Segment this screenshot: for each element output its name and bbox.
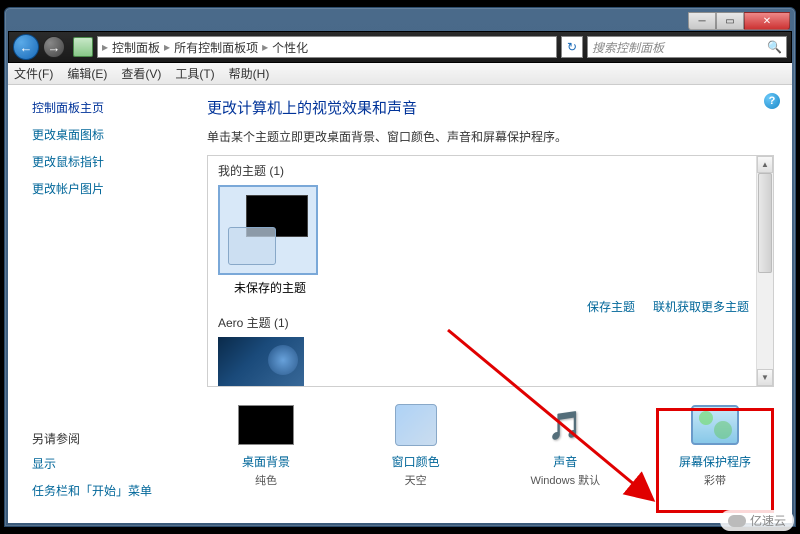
theme-label: 未保存的主题 bbox=[218, 279, 322, 296]
titlebar: ─ ▭ ✕ bbox=[8, 11, 792, 31]
help-icon[interactable]: ? bbox=[764, 93, 780, 109]
sidebar-link-desktop-icons[interactable]: 更改桌面图标 bbox=[32, 126, 183, 143]
themes-listbox: 我的主题 (1) 未保存的主题 保存主题 联机获取更多主题 Aero 主题 (1… bbox=[207, 155, 774, 387]
desktop-background-link[interactable]: 桌面背景 纯色 bbox=[211, 401, 321, 488]
breadcrumb-item[interactable]: 所有控制面板项 bbox=[174, 39, 258, 56]
navigation-bar: ← → ▸ 控制面板 ▸ 所有控制面板项 ▸ 个性化 ↻ 搜索控制面板 🔍 bbox=[8, 31, 792, 63]
save-theme-link[interactable]: 保存主题 bbox=[587, 298, 635, 315]
refresh-button[interactable]: ↻ bbox=[561, 36, 583, 58]
window-frame: ─ ▭ ✕ ← → ▸ 控制面板 ▸ 所有控制面板项 ▸ 个性化 ↻ 搜索控制面… bbox=[4, 7, 796, 527]
color-sublabel: 天空 bbox=[361, 472, 471, 488]
sound-label: 声音 bbox=[510, 453, 620, 470]
screensaver-icon bbox=[691, 405, 739, 445]
chevron-right-icon: ▸ bbox=[262, 40, 268, 54]
breadcrumb[interactable]: ▸ 控制面板 ▸ 所有控制面板项 ▸ 个性化 bbox=[97, 36, 557, 58]
screensaver-link[interactable]: 屏幕保护程序 彩带 bbox=[660, 401, 770, 488]
watermark-text: 亿速云 bbox=[750, 512, 786, 529]
scroll-down-button[interactable]: ▼ bbox=[757, 369, 773, 386]
breadcrumb-item[interactable]: 控制面板 bbox=[112, 39, 160, 56]
menu-tools[interactable]: 工具(T) bbox=[175, 65, 214, 82]
sidebar-link-display[interactable]: 显示 bbox=[32, 455, 183, 472]
sound-sublabel: Windows 默认 bbox=[510, 472, 620, 488]
sound-icon: 🎵 bbox=[548, 409, 583, 442]
watermark: 亿速云 bbox=[720, 510, 794, 531]
content-area: 控制面板主页 更改桌面图标 更改鼠标指针 更改帐户图片 另请参阅 显示 任务栏和… bbox=[8, 85, 792, 523]
chevron-right-icon: ▸ bbox=[164, 40, 170, 54]
page-description: 单击某个主题立即更改桌面背景、窗口颜色、声音和屏幕保护程序。 bbox=[207, 128, 774, 145]
menu-help[interactable]: 帮助(H) bbox=[229, 65, 270, 82]
menu-file[interactable]: 文件(F) bbox=[14, 65, 53, 82]
nav-forward-button[interactable]: → bbox=[43, 36, 65, 58]
color-label: 窗口颜色 bbox=[361, 453, 471, 470]
sidebar-home-link[interactable]: 控制面板主页 bbox=[32, 99, 183, 116]
sidebar-see-also-header: 另请参阅 bbox=[32, 430, 183, 447]
menu-view[interactable]: 查看(V) bbox=[121, 65, 161, 82]
ss-sublabel: 彩带 bbox=[660, 472, 770, 488]
settings-row: 桌面背景 纯色 窗口颜色 天空 🎵 声音 Windows 默认 屏幕保护程序 彩… bbox=[207, 387, 774, 488]
my-themes-label: 我的主题 (1) bbox=[218, 162, 763, 179]
aero-themes-label: Aero 主题 (1) bbox=[218, 314, 763, 331]
main-panel: ? 更改计算机上的视觉效果和声音 单击某个主题立即更改桌面背景、窗口颜色、声音和… bbox=[193, 85, 792, 523]
page-title: 更改计算机上的视觉效果和声音 bbox=[207, 97, 774, 118]
minimize-button[interactable]: ─ bbox=[688, 12, 716, 30]
window-color-link[interactable]: 窗口颜色 天空 bbox=[361, 401, 471, 488]
theme-actions: 保存主题 联机获取更多主题 bbox=[587, 298, 749, 315]
theme-preview-window bbox=[228, 227, 276, 265]
scroll-up-button[interactable]: ▲ bbox=[757, 156, 773, 173]
sounds-link[interactable]: 🎵 声音 Windows 默认 bbox=[510, 401, 620, 488]
chevron-right-icon: ▸ bbox=[102, 40, 108, 54]
maximize-button[interactable]: ▭ bbox=[716, 12, 744, 30]
nav-back-button[interactable]: ← bbox=[13, 34, 39, 60]
search-placeholder: 搜索控制面板 bbox=[592, 39, 664, 56]
get-more-themes-link[interactable]: 联机获取更多主题 bbox=[653, 298, 749, 315]
cloud-icon bbox=[728, 515, 746, 527]
search-input[interactable]: 搜索控制面板 🔍 bbox=[587, 36, 787, 58]
window-color-icon bbox=[395, 404, 437, 446]
breadcrumb-item[interactable]: 个性化 bbox=[272, 39, 308, 56]
close-button[interactable]: ✕ bbox=[744, 12, 790, 30]
theme-item-aero[interactable] bbox=[218, 337, 304, 387]
scroll-thumb[interactable] bbox=[758, 173, 772, 273]
themes-scrollbar[interactable]: ▲ ▼ bbox=[756, 156, 773, 386]
control-panel-icon bbox=[73, 37, 93, 57]
sidebar: 控制面板主页 更改桌面图标 更改鼠标指针 更改帐户图片 另请参阅 显示 任务栏和… bbox=[8, 85, 193, 523]
bg-label: 桌面背景 bbox=[211, 453, 321, 470]
theme-item-unsaved[interactable] bbox=[218, 185, 318, 275]
ss-label: 屏幕保护程序 bbox=[660, 453, 770, 470]
sidebar-link-mouse-pointers[interactable]: 更改鼠标指针 bbox=[32, 153, 183, 170]
search-icon[interactable]: 🔍 bbox=[767, 40, 782, 54]
menu-edit[interactable]: 编辑(E) bbox=[67, 65, 107, 82]
sidebar-link-taskbar[interactable]: 任务栏和「开始」菜单 bbox=[32, 482, 183, 499]
menu-bar: 文件(F) 编辑(E) 查看(V) 工具(T) 帮助(H) bbox=[8, 63, 792, 85]
desktop-background-icon bbox=[238, 405, 294, 445]
window-controls: ─ ▭ ✕ bbox=[688, 12, 790, 30]
sidebar-link-account-picture[interactable]: 更改帐户图片 bbox=[32, 180, 183, 197]
bg-sublabel: 纯色 bbox=[211, 472, 321, 488]
